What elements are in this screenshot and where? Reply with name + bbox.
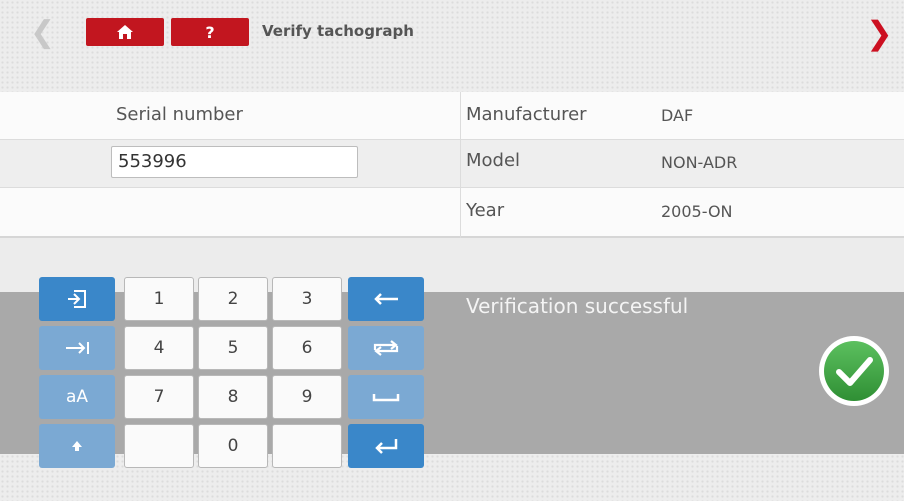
chevron-left-icon[interactable]: ❮	[30, 18, 55, 48]
digit-key[interactable]: 8	[198, 375, 268, 419]
blank-key[interactable]	[124, 424, 194, 468]
serial-number-input[interactable]: 553996	[111, 146, 358, 178]
help-button[interactable]: ?	[171, 18, 249, 46]
digit-key[interactable]: 0	[198, 424, 268, 468]
chevron-right-icon[interactable]: ❯	[866, 17, 893, 49]
page-title: Verify tachograph	[262, 22, 414, 40]
case-key-label: aA	[65, 387, 89, 407]
digit-key[interactable]: 1	[124, 277, 194, 321]
check-circle-icon	[819, 336, 889, 406]
tab-key[interactable]	[39, 326, 115, 370]
header-bar: ❮ ? Verify tachograph ❯	[0, 0, 904, 92]
help-label: ?	[205, 22, 215, 42]
exit-icon	[68, 290, 86, 308]
space-key[interactable]	[348, 375, 424, 419]
digit-key[interactable]: 4	[124, 326, 194, 370]
column-divider	[460, 92, 461, 238]
space-bar-icon	[372, 394, 400, 402]
backspace-key[interactable]	[348, 277, 424, 321]
manufacturer-label: Manufacturer	[466, 104, 587, 125]
table-row: Serial number Manufacturer DAF	[0, 92, 904, 140]
manufacturer-value: DAF	[661, 106, 694, 125]
digit-key[interactable]: 9	[272, 375, 342, 419]
shift-key[interactable]	[39, 424, 115, 468]
shift-arrow-icon	[72, 441, 82, 451]
enter-key[interactable]	[348, 424, 424, 468]
swap-arrows-icon	[373, 340, 399, 356]
digit-key[interactable]: 6	[272, 326, 342, 370]
digit-key[interactable]: 2	[198, 277, 268, 321]
digit-key[interactable]: 7	[124, 375, 194, 419]
home-icon	[117, 25, 133, 39]
digit-key[interactable]: 3	[272, 277, 342, 321]
tab-arrow-icon	[66, 342, 89, 354]
swap-key[interactable]	[348, 326, 424, 370]
home-button[interactable]	[86, 18, 164, 46]
case-key[interactable]: aA	[39, 375, 115, 419]
model-label: Model	[466, 150, 521, 171]
exit-key[interactable]	[39, 277, 115, 321]
year-label: Year	[466, 200, 505, 221]
device-info-table: Serial number Manufacturer DAF Model NON…	[0, 92, 904, 238]
verification-status-text: Verification successful	[466, 294, 689, 318]
enter-arrow-icon	[375, 439, 398, 454]
year-value: 2005-ON	[661, 202, 733, 221]
serial-number-label: Serial number	[116, 104, 243, 125]
backspace-arrow-icon	[374, 293, 398, 305]
digit-key[interactable]: 5	[198, 326, 268, 370]
blank-key[interactable]	[272, 424, 342, 468]
table-row: Year 2005-ON	[0, 188, 904, 238]
model-value: NON-ADR	[661, 153, 738, 172]
